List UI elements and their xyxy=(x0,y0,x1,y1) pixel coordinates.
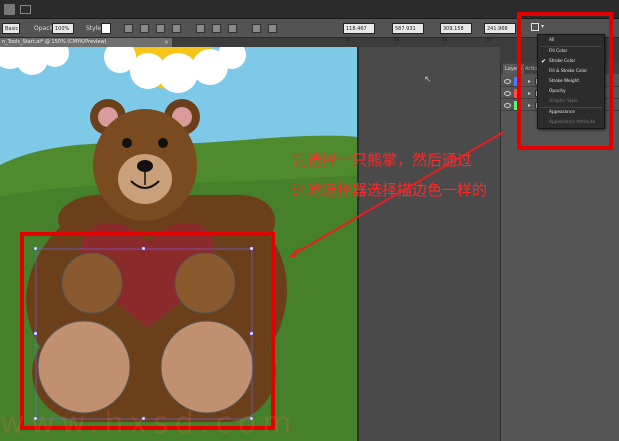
app-icon[interactable] xyxy=(4,4,15,15)
height-field[interactable]: 241.966 pt xyxy=(484,23,516,43)
align-top-icon[interactable] xyxy=(196,24,205,33)
recolor-icon[interactable] xyxy=(124,24,133,33)
bear-eye-left xyxy=(122,138,132,148)
transform-icon[interactable] xyxy=(268,24,277,33)
align-middle-icon[interactable] xyxy=(212,24,221,33)
close-tab-icon[interactable]: × xyxy=(164,38,169,47)
opacity-field[interactable]: 100% xyxy=(52,23,74,34)
visibility-eye-icon[interactable] xyxy=(504,91,511,96)
arrow-cursor-icon: ↖ xyxy=(424,75,432,85)
annotation-text-line1: 先选择一只熊掌，然后通过 xyxy=(292,151,473,169)
x-field[interactable]: 118.467 pt xyxy=(343,23,375,43)
watermark: www.hxsd.com xyxy=(0,406,298,441)
visibility-eye-icon[interactable] xyxy=(504,103,511,108)
document-tab[interactable]: n_Tools_Start.ai* @ 150% (CMYK/Preview) … xyxy=(0,38,172,47)
annotation-text-line2: 过滤选择器选择描边色一样的 xyxy=(292,181,488,199)
y-field[interactable]: 587.931 pt xyxy=(392,23,424,43)
distribute-icon[interactable] xyxy=(252,24,261,33)
workspace-icon[interactable] xyxy=(20,5,31,14)
bear-eye-right xyxy=(158,138,168,148)
align-center-icon[interactable] xyxy=(156,24,165,33)
annotation-box-menu xyxy=(517,12,613,150)
graphic-style-swatch[interactable] xyxy=(101,23,111,34)
stroke-style-field[interactable]: Basic xyxy=(2,23,20,34)
align-left-icon[interactable] xyxy=(140,24,149,33)
document-title: n_Tools_Start.ai* @ 150% (CMYK/Preview) xyxy=(2,39,107,45)
align-bottom-icon[interactable] xyxy=(228,24,237,33)
annotation-arrowhead xyxy=(288,247,300,258)
annotation-box-paws xyxy=(20,232,275,430)
illustrator-window: Basic Opacity: 100% Style: 118.467 pt 58… xyxy=(0,0,619,441)
width-field[interactable]: 309.158 pt xyxy=(440,23,472,43)
align-right-icon[interactable] xyxy=(172,24,181,33)
pasteboard[interactable] xyxy=(357,47,500,441)
bear-nose xyxy=(137,160,153,172)
visibility-eye-icon[interactable] xyxy=(504,79,511,84)
